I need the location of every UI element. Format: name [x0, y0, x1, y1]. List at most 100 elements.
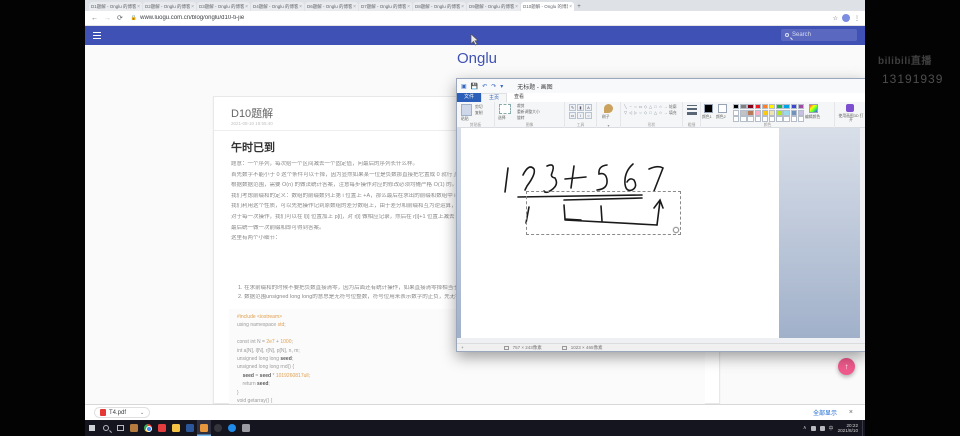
- tab-close-icon[interactable]: ×: [245, 4, 248, 10]
- shape-fill-button[interactable]: 填充: [669, 111, 677, 116]
- palette-swatch[interactable]: [769, 110, 775, 115]
- text-icon[interactable]: A: [585, 104, 592, 111]
- color1-swatch[interactable]: [704, 104, 713, 113]
- taskbar-clock[interactable]: 20:22 2021/8/10: [838, 423, 858, 434]
- browser-tab[interactable]: D10题解 - Onglu 的博客 - 洛谷×: [521, 2, 574, 11]
- tools-grid[interactable]: ✎▮A ▭/○: [569, 104, 592, 119]
- select-icon[interactable]: [499, 104, 511, 114]
- tab-close-icon[interactable]: ×: [461, 4, 464, 10]
- rotate-button[interactable]: 旋转: [517, 116, 525, 121]
- browser-tab[interactable]: D2题解 - Onglu 的博客 - 洛谷×: [143, 2, 196, 11]
- search-input[interactable]: Search: [781, 29, 857, 41]
- netease-music-icon[interactable]: [155, 420, 169, 436]
- palette-swatch[interactable]: [762, 110, 768, 115]
- paint-tab-home[interactable]: 主页: [481, 93, 507, 102]
- paint-canvas[interactable]: [461, 128, 779, 338]
- selection-rectangle[interactable]: [526, 191, 681, 235]
- save-icon[interactable]: 💾: [471, 83, 478, 90]
- color2-swatch[interactable]: [718, 104, 727, 113]
- tab-close-icon[interactable]: ×: [191, 4, 194, 10]
- bookmark-star-icon[interactable]: ☆: [833, 15, 838, 22]
- input-method-indicator[interactable]: 中: [829, 425, 834, 432]
- back-button[interactable]: ←: [91, 15, 98, 22]
- shape-glyph-icon[interactable]: →: [663, 110, 668, 116]
- browser-menu-icon[interactable]: ⋮: [854, 15, 860, 22]
- task-view-icon[interactable]: [113, 420, 127, 436]
- start-button[interactable]: [85, 420, 99, 436]
- taskbar-search-icon[interactable]: [99, 420, 113, 436]
- app-gray-icon[interactable]: [239, 420, 253, 436]
- address-bar[interactable]: www.luogu.com.cn/blog/onglu/d10-ti-jie: [140, 15, 833, 21]
- crop-button[interactable]: 裁剪: [517, 104, 525, 109]
- palette-swatch[interactable]: [740, 116, 746, 121]
- browser-tab[interactable]: D8题解 - Onglu 的博客 - 洛谷×: [413, 2, 466, 11]
- floating-action-button[interactable]: ↑: [838, 358, 855, 375]
- palette-swatch[interactable]: [783, 104, 789, 109]
- selection-resize-handle[interactable]: [673, 227, 679, 233]
- paint-icon[interactable]: [197, 420, 211, 436]
- palette-swatch[interactable]: [733, 116, 739, 121]
- palette-swatch[interactable]: [783, 116, 789, 121]
- copy-button[interactable]: 复制: [475, 111, 483, 116]
- magnifier-icon[interactable]: ○: [585, 112, 592, 119]
- color-palette[interactable]: [733, 104, 804, 122]
- palette-swatch[interactable]: [755, 104, 761, 109]
- shapes-grid[interactable]: ╲~○▭◇△□☆→▽◁▷○◇□△☆→: [623, 104, 668, 116]
- cut-button[interactable]: 剪切: [475, 105, 483, 110]
- palette-swatch[interactable]: [791, 104, 797, 109]
- shape-outline-button[interactable]: 轮廓: [669, 105, 677, 110]
- palette-swatch[interactable]: [783, 110, 789, 115]
- pencil-icon[interactable]: ✎: [569, 104, 576, 111]
- paint3d-icon[interactable]: [846, 104, 854, 112]
- paint-tab-view[interactable]: 查看: [507, 93, 531, 102]
- show-all-downloads-link[interactable]: 全部显示: [813, 408, 837, 417]
- browser-tab[interactable]: D7题解 - Onglu 的博客 - 洛谷×: [359, 2, 412, 11]
- palette-swatch[interactable]: [762, 104, 768, 109]
- paste-button[interactable]: [461, 104, 472, 116]
- tab-close-icon[interactable]: ×: [569, 4, 572, 10]
- browser-tab[interactable]: D9题解 - Onglu 的博客 - 洛谷×: [467, 2, 520, 11]
- refresh-button[interactable]: ⟳: [117, 14, 123, 22]
- palette-swatch[interactable]: [755, 116, 761, 121]
- picker-icon[interactable]: /: [577, 112, 584, 119]
- palette-swatch[interactable]: [769, 116, 775, 121]
- palette-swatch[interactable]: [791, 110, 797, 115]
- paint3d-label[interactable]: 使用画图3D 打开: [837, 114, 865, 122]
- fill-icon[interactable]: ▮: [577, 104, 584, 111]
- tray-chevron-icon[interactable]: ∧: [803, 425, 807, 431]
- palette-swatch[interactable]: [747, 116, 753, 121]
- new-tab-button[interactable]: +: [575, 3, 583, 11]
- resize-button[interactable]: 重新调整大小: [517, 110, 540, 115]
- tab-close-icon[interactable]: ×: [137, 4, 140, 10]
- tab-close-icon[interactable]: ×: [407, 4, 410, 10]
- paint-title-bar[interactable]: ▣ 💾 ↶ ↷ ▾ 无标题 - 画图: [457, 79, 865, 93]
- paint-tab-file[interactable]: 文件: [457, 93, 481, 102]
- palette-swatch[interactable]: [740, 110, 746, 115]
- tray-icon-2[interactable]: [820, 426, 825, 431]
- browser-tab[interactable]: D3题解 - Onglu 的博客 - 洛谷×: [197, 2, 250, 11]
- profile-avatar[interactable]: [842, 14, 850, 22]
- download-bar-close-icon[interactable]: ×: [849, 409, 853, 416]
- chevron-down-icon[interactable]: ⌄: [140, 410, 144, 416]
- hamburger-menu-icon[interactable]: [93, 32, 101, 39]
- undo-icon[interactable]: ↶: [482, 83, 487, 90]
- downloaded-file-chip[interactable]: T4.pdf ⌄: [94, 407, 150, 418]
- word-icon[interactable]: [183, 420, 197, 436]
- folder-icon[interactable]: [169, 420, 183, 436]
- palette-swatch[interactable]: [798, 104, 804, 109]
- edit-colors-icon[interactable]: [809, 104, 818, 113]
- tab-close-icon[interactable]: ×: [353, 4, 356, 10]
- tab-close-icon[interactable]: ×: [515, 4, 518, 10]
- palette-swatch[interactable]: [798, 110, 804, 115]
- palette-swatch[interactable]: [776, 110, 782, 115]
- qat-dropdown-icon[interactable]: ▾: [500, 83, 503, 90]
- palette-swatch[interactable]: [798, 116, 804, 121]
- palette-swatch[interactable]: [747, 110, 753, 115]
- palette-swatch[interactable]: [747, 104, 753, 109]
- palette-swatch[interactable]: [740, 104, 746, 109]
- palette-swatch[interactable]: [733, 110, 739, 115]
- eraser-icon[interactable]: ▭: [569, 112, 576, 119]
- forward-button[interactable]: →: [104, 15, 111, 22]
- browser-tab[interactable]: D6题解 - Onglu 的博客 - 洛谷×: [305, 2, 358, 11]
- browser-tab[interactable]: D1题解 - Onglu 的博客 - 洛谷×: [89, 2, 142, 11]
